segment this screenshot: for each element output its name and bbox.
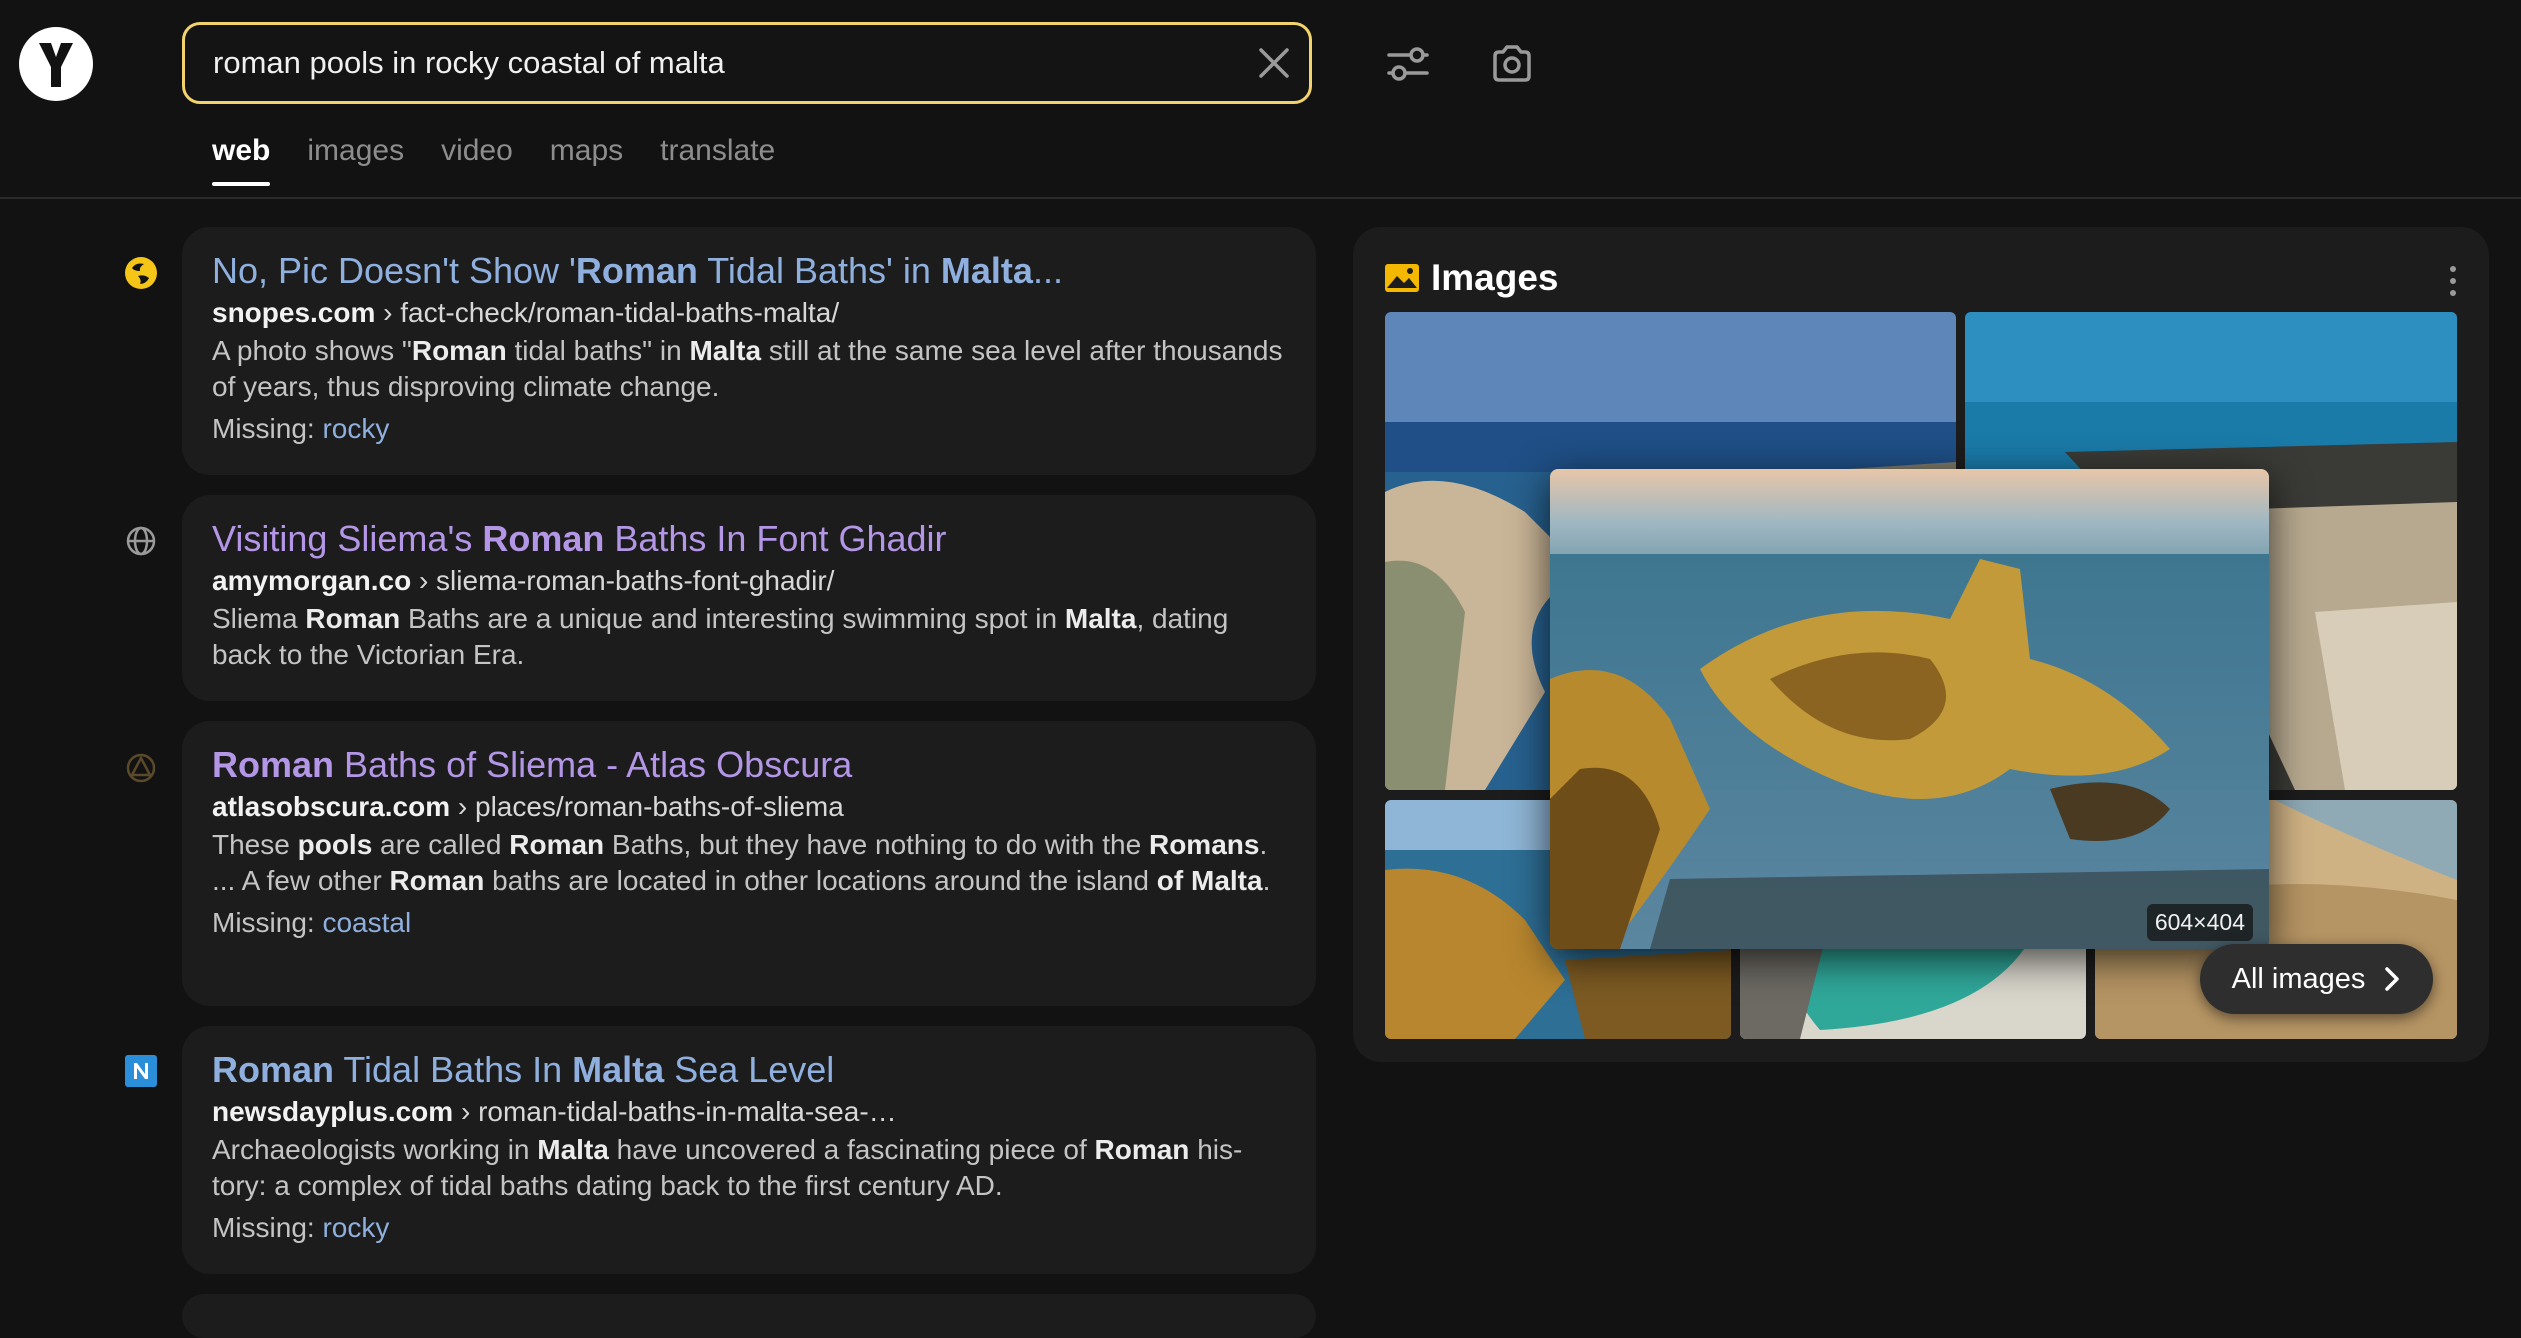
tab-translate[interactable]: translate	[660, 134, 775, 186]
missing-term-link[interactable]: rocky	[322, 413, 389, 444]
result-url[interactable]: atlasobscura.com › places/roman-baths-of…	[212, 789, 1286, 825]
result-missing-terms: Missing: rocky	[212, 413, 390, 444]
more-options-icon[interactable]	[2435, 257, 2471, 305]
result-path: › sliema-roman-baths-font-ghadir/	[411, 565, 835, 596]
result-snippet: A photo shows "Roman tidal baths" in Mal…	[212, 335, 1283, 402]
result-domain: newsdayplus.com	[212, 1096, 454, 1127]
result-path: › fact-check/roman-tidal-baths-malta/	[375, 297, 840, 328]
search-result: Roman Baths of Sliema - Atlas Obscura at…	[182, 721, 1316, 1006]
clear-search-button[interactable]	[1239, 28, 1309, 98]
result-title-link[interactable]: Roman Baths of Sliema - Atlas Obscura	[212, 743, 1286, 787]
result-domain: atlasobscura.com	[212, 791, 451, 822]
result-domain: amymorgan.co	[212, 565, 412, 596]
result-title-link[interactable]: Visiting Sliema's Roman Baths In Font Gh…	[212, 517, 1286, 561]
result-snippet: These pools are called Roman Baths, but …	[212, 829, 1271, 896]
sliders-icon	[1387, 47, 1429, 81]
camera-icon	[1493, 45, 1531, 82]
search-result: No, Pic Doesn't Show 'Roman Tidal Baths'…	[182, 227, 1316, 475]
newsdayplus-favicon	[124, 1054, 158, 1088]
image-preview[interactable]: 604×404	[1550, 469, 2269, 949]
tab-images[interactable]: images	[307, 134, 404, 186]
snopes-favicon	[124, 256, 158, 290]
result-url[interactable]: snopes.com › fact-check/roman-tidal-bath…	[212, 295, 1286, 331]
result-domain: snopes.com	[212, 297, 376, 328]
result-title-link[interactable]: No, Pic Doesn't Show 'Roman Tidal Baths'…	[212, 249, 1286, 293]
logo-letter-icon	[39, 43, 73, 87]
tab-web[interactable]: web	[212, 134, 271, 186]
missing-term-link[interactable]: rocky	[322, 1212, 389, 1243]
search-result-partial	[182, 1294, 1316, 1338]
search-result: Visiting Sliema's Roman Baths In Font Gh…	[182, 495, 1316, 701]
result-missing-terms: Missing: rocky	[212, 1212, 390, 1243]
search-box[interactable]	[182, 22, 1312, 104]
tab-video[interactable]: video	[441, 134, 513, 186]
atlas-obscura-favicon	[124, 751, 158, 785]
result-missing-terms: Missing: coastal	[212, 907, 412, 938]
tab-maps[interactable]: maps	[550, 134, 623, 186]
chevron-right-icon	[2385, 967, 2400, 991]
result-title-link[interactable]: Roman Tidal Baths In Malta Sea Level	[212, 1048, 1286, 1092]
result-url[interactable]: amymorgan.co › sliema-roman-baths-font-g…	[212, 563, 1286, 599]
images-title-text: Images	[1431, 257, 1559, 298]
images-panel-title[interactable]: Images	[1385, 257, 1559, 299]
search-settings-button[interactable]	[1380, 36, 1436, 92]
image-dimensions-badge: 604×404	[2146, 904, 2253, 941]
result-path: › places/roman-baths-of-sliema	[450, 791, 844, 822]
camera-search-button[interactable]	[1484, 36, 1540, 92]
result-snippet: Sliema Roman Baths are a unique and inte…	[212, 603, 1229, 670]
search-tabs: web images video maps translate	[212, 134, 775, 186]
globe-icon	[124, 524, 158, 558]
close-icon	[1259, 48, 1289, 78]
search-result: Roman Tidal Baths In Malta Sea Level new…	[182, 1026, 1316, 1274]
missing-term-link[interactable]: coastal	[322, 907, 411, 938]
all-images-button[interactable]: All images	[2200, 944, 2433, 1014]
result-url[interactable]: newsdayplus.com › roman-tidal-baths-in-m…	[212, 1094, 1286, 1130]
result-path: › roman-tidal-baths-in-malta-sea-…	[453, 1096, 897, 1127]
all-images-label: All images	[2231, 962, 2366, 995]
header-divider	[0, 197, 2521, 199]
yandex-logo[interactable]	[19, 27, 93, 101]
search-input[interactable]	[185, 24, 1239, 102]
result-snippet: Archaeologists working in Malta have unc…	[212, 1134, 1243, 1201]
images-icon	[1385, 264, 1419, 292]
